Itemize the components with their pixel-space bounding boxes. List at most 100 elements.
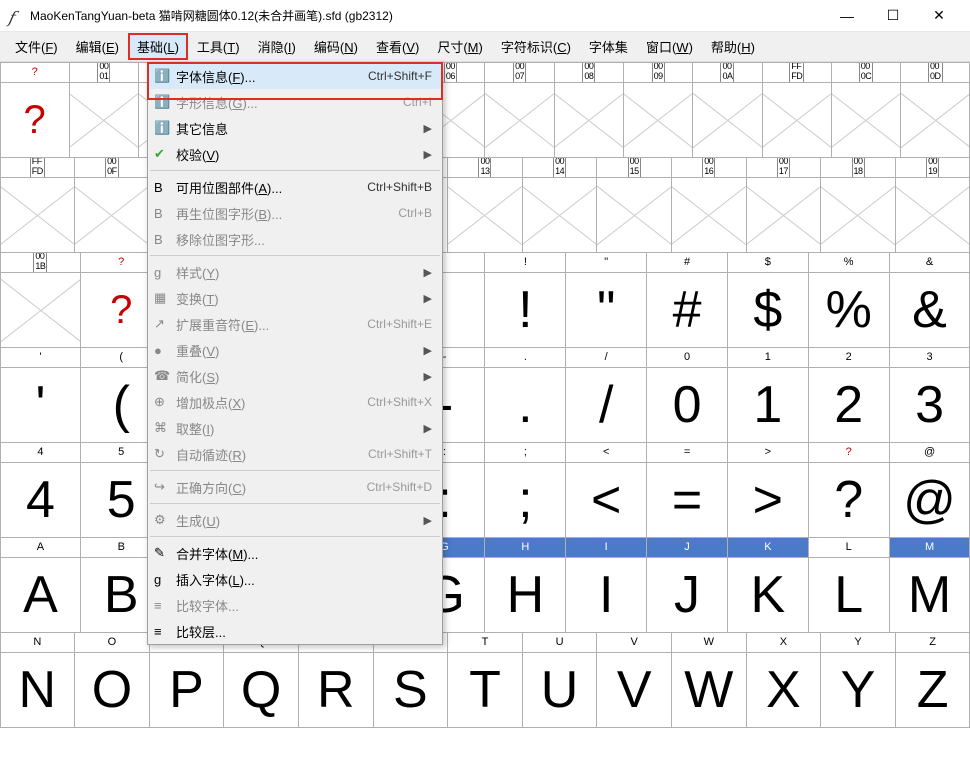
glyph-header[interactable]: U [522, 632, 598, 653]
menu-item-可用位图部件[interactable]: B可用位图部件(A)...Ctrl+Shift+B [148, 174, 442, 200]
menu-item-字体信息[interactable]: ℹ️字体信息(F)...Ctrl+Shift+F [148, 63, 442, 89]
glyph-header[interactable]: 0009 [623, 62, 693, 83]
glyph-cell[interactable] [900, 82, 970, 158]
menu-E[interactable]: 编辑(E) [67, 33, 128, 60]
glyph-header[interactable]: 2 [808, 347, 890, 368]
glyph-header[interactable]: 001B [0, 252, 81, 273]
glyph-cell[interactable]: L [808, 557, 890, 633]
glyph-header[interactable]: 000F [74, 157, 150, 178]
menu-F[interactable]: 文件(F) [6, 33, 67, 60]
menu-item-插入字体[interactable]: g插入字体(L)... [148, 566, 442, 592]
glyph-cell[interactable]: R [298, 652, 374, 728]
glyph-cell[interactable]: ? [808, 462, 890, 538]
glyph-header[interactable]: L [808, 537, 890, 558]
glyph-header[interactable]: 0013 [447, 157, 523, 178]
glyph-cell[interactable] [484, 82, 554, 158]
glyph-header[interactable]: 0007 [484, 62, 554, 83]
minimize-button[interactable]: — [824, 0, 870, 32]
glyph-header[interactable]: M [889, 537, 970, 558]
glyph-header[interactable]: " [565, 252, 647, 273]
glyph-cell[interactable]: K [727, 557, 809, 633]
glyph-header[interactable]: ! [484, 252, 566, 273]
glyph-header[interactable]: J [646, 537, 728, 558]
glyph-cell[interactable]: W [671, 652, 747, 728]
glyph-cell[interactable]: > [727, 462, 809, 538]
glyph-cell[interactable]: M [889, 557, 970, 633]
glyph-cell[interactable]: V [596, 652, 672, 728]
glyph-cell[interactable]: ? [0, 82, 70, 158]
menu-item-其它信息[interactable]: ℹ️其它信息▶ [148, 115, 442, 141]
glyph-cell[interactable]: = [646, 462, 728, 538]
glyph-header[interactable]: FFFD [762, 62, 832, 83]
glyph-header[interactable]: H [484, 537, 566, 558]
glyph-header[interactable]: = [646, 442, 728, 463]
glyph-cell[interactable]: & [889, 272, 970, 348]
glyph-header[interactable]: X [746, 632, 822, 653]
menu-N[interactable]: 编码(N) [305, 33, 367, 60]
glyph-cell[interactable]: / [565, 367, 647, 443]
glyph-header[interactable]: 000C [831, 62, 901, 83]
glyph-cell[interactable]: O [74, 652, 150, 728]
glyph-cell[interactable]: ! [484, 272, 566, 348]
glyph-header[interactable]: O [74, 632, 150, 653]
glyph-cell[interactable]: X [746, 652, 822, 728]
glyph-cell[interactable]: S [373, 652, 449, 728]
glyph-cell[interactable]: 3 [889, 367, 970, 443]
glyph-header[interactable]: 0017 [746, 157, 822, 178]
glyph-header[interactable]: 0015 [596, 157, 672, 178]
glyph-cell[interactable]: " [565, 272, 647, 348]
glyph-cell[interactable] [762, 82, 832, 158]
glyph-cell[interactable] [554, 82, 624, 158]
glyph-cell[interactable] [69, 82, 139, 158]
glyph-cell[interactable] [820, 177, 896, 253]
glyph-cell[interactable] [623, 82, 693, 158]
glyph-cell[interactable] [447, 177, 523, 253]
menu-W[interactable]: 窗口(W) [637, 33, 702, 60]
menu-C[interactable]: 字符标识(C) [492, 33, 580, 60]
glyph-cell[interactable]: @ [889, 462, 970, 538]
menu-item-比较层[interactable]: ≡比较层... [148, 618, 442, 644]
glyph-header[interactable]: 0001 [69, 62, 139, 83]
glyph-header[interactable]: W [671, 632, 747, 653]
glyph-cell[interactable] [522, 177, 598, 253]
glyph-cell[interactable]: P [149, 652, 225, 728]
glyph-cell[interactable]: Y [820, 652, 896, 728]
menu-item-合并字体[interactable]: ✎合并字体(M)... [148, 540, 442, 566]
close-button[interactable]: ✕ [916, 0, 962, 32]
glyph-header[interactable]: V [596, 632, 672, 653]
glyph-cell[interactable]: $ [727, 272, 809, 348]
glyph-header[interactable]: > [727, 442, 809, 463]
glyph-header[interactable]: FFFD [0, 157, 75, 178]
glyph-header[interactable]: # [646, 252, 728, 273]
menu-V[interactable]: 查看(V) [367, 33, 428, 60]
glyph-cell[interactable]: I [565, 557, 647, 633]
glyph-cell[interactable]: 4 [0, 462, 81, 538]
glyph-header[interactable]: $ [727, 252, 809, 273]
glyph-header[interactable]: ; [484, 442, 566, 463]
glyph-cell[interactable] [671, 177, 747, 253]
glyph-cell[interactable] [0, 272, 81, 348]
glyph-cell[interactable]: ; [484, 462, 566, 538]
glyph-cell[interactable] [0, 177, 75, 253]
glyph-cell[interactable] [746, 177, 822, 253]
glyph-header[interactable]: A [0, 537, 81, 558]
glyph-cell[interactable] [692, 82, 762, 158]
glyph-header[interactable]: 0018 [820, 157, 896, 178]
glyph-header[interactable]: K [727, 537, 809, 558]
glyph-header[interactable]: 0019 [895, 157, 970, 178]
menu-字体集[interactable]: 字体集 [580, 33, 637, 60]
glyph-cell[interactable]: N [0, 652, 75, 728]
glyph-cell[interactable]: ' [0, 367, 81, 443]
glyph-header[interactable]: . [484, 347, 566, 368]
glyph-header[interactable]: ? [808, 442, 890, 463]
glyph-cell[interactable]: 0 [646, 367, 728, 443]
glyph-cell[interactable]: 1 [727, 367, 809, 443]
glyph-header[interactable]: Y [820, 632, 896, 653]
glyph-cell[interactable] [596, 177, 672, 253]
menu-H[interactable]: 帮助(H) [702, 33, 764, 60]
glyph-header[interactable]: I [565, 537, 647, 558]
menu-T[interactable]: 工具(T) [188, 33, 249, 60]
glyph-cell[interactable]: % [808, 272, 890, 348]
glyph-header[interactable]: 000D [900, 62, 970, 83]
glyph-cell[interactable]: H [484, 557, 566, 633]
